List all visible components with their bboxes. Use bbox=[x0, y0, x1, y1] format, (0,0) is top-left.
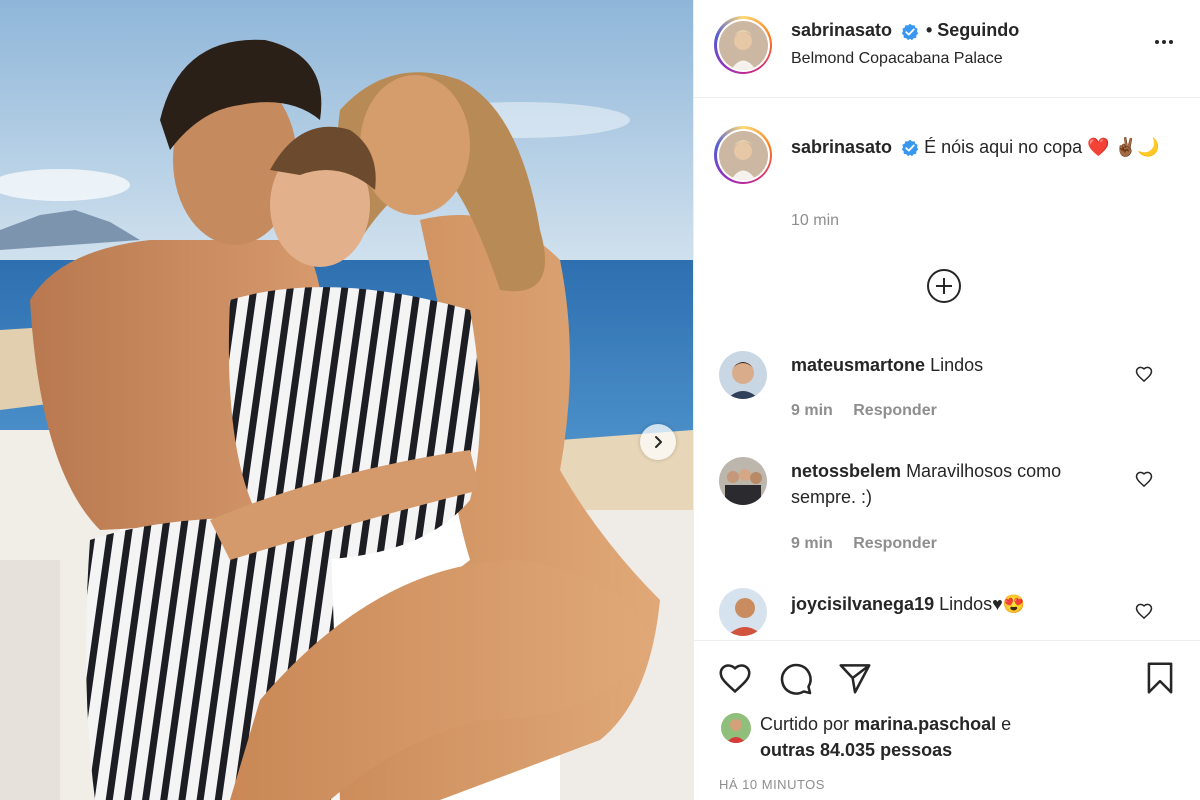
load-more-comments-button[interactable] bbox=[926, 268, 962, 304]
author-avatar[interactable] bbox=[714, 16, 772, 74]
follow-status[interactable]: • Seguindo bbox=[926, 20, 1019, 40]
like-heart-icon[interactable] bbox=[716, 659, 754, 697]
caption-emoji: ❤️ ✌🏾🌙 bbox=[1087, 137, 1160, 157]
commenter-avatar[interactable] bbox=[719, 588, 767, 636]
post-header: sabrinasato • Seguindo Belmond Copacaban… bbox=[694, 0, 1200, 98]
more-options-button[interactable] bbox=[1149, 32, 1179, 52]
like-comment-heart-icon[interactable] bbox=[1134, 601, 1154, 621]
comment-username[interactable]: mateusmartone bbox=[791, 355, 925, 375]
chevron-right-icon bbox=[655, 436, 662, 448]
post-photo bbox=[0, 0, 693, 800]
plus-circle-icon bbox=[927, 269, 961, 303]
commenter-avatar[interactable] bbox=[719, 457, 767, 505]
comment-text: Lindos♥😍 bbox=[939, 594, 1026, 614]
liker-avatar[interactable] bbox=[721, 713, 751, 743]
comment-time: 9 min bbox=[791, 535, 833, 552]
reply-button[interactable]: Responder bbox=[853, 535, 937, 552]
bookmark-save-icon[interactable] bbox=[1141, 659, 1179, 697]
commenter-avatar[interactable] bbox=[719, 351, 767, 399]
comment-username[interactable]: joycisilvanega19 bbox=[791, 594, 934, 614]
caption-text: É nóis aqui no copa bbox=[924, 137, 1083, 157]
likes-summary: Curtido por marina.paschoal e outras 84.… bbox=[760, 711, 1011, 763]
comment-text: Lindos bbox=[930, 355, 984, 375]
comment-username[interactable]: netossbelem bbox=[791, 461, 901, 481]
likes-suffix: e bbox=[1001, 714, 1012, 734]
instagram-post: sabrinasato • Seguindo Belmond Copacaban… bbox=[0, 0, 1200, 800]
post-timestamp: HÁ 10 MINUTOS bbox=[719, 777, 825, 792]
comment-bubble-icon[interactable] bbox=[776, 659, 814, 697]
caption-username[interactable]: sabrinasato bbox=[791, 137, 892, 157]
avatar-image bbox=[718, 130, 768, 180]
like-comment-heart-icon[interactable] bbox=[1134, 469, 1154, 489]
avatar-image bbox=[721, 713, 751, 743]
likes-prefix: Curtido por bbox=[760, 714, 850, 734]
avatar-image bbox=[719, 351, 767, 399]
dot bbox=[1169, 40, 1173, 44]
caption-time: 10 min bbox=[791, 212, 840, 229]
like-comment-heart-icon[interactable] bbox=[1134, 364, 1154, 384]
post-actions: Curtido por marina.paschoal e outras 84.… bbox=[694, 640, 1200, 800]
post-location[interactable]: Belmond Copacabana Palace bbox=[791, 50, 1003, 68]
likes-count[interactable]: outras 84.035 pessoas bbox=[760, 740, 952, 760]
comment-time: 9 min bbox=[791, 402, 833, 419]
share-send-icon[interactable] bbox=[836, 659, 874, 697]
verified-badge-icon bbox=[901, 140, 919, 157]
next-photo-button[interactable] bbox=[640, 424, 676, 460]
caption-author-avatar[interactable] bbox=[714, 126, 772, 184]
avatar-image bbox=[719, 457, 767, 505]
dot bbox=[1155, 40, 1159, 44]
author-username[interactable]: sabrinasato bbox=[791, 20, 892, 40]
reply-button[interactable]: Responder bbox=[853, 402, 937, 419]
verified-badge-icon bbox=[901, 23, 918, 40]
post-side-panel: sabrinasato • Seguindo Belmond Copacaban… bbox=[693, 0, 1200, 800]
avatar-image bbox=[719, 588, 767, 636]
avatar-image bbox=[718, 20, 768, 70]
photo-scene bbox=[0, 0, 693, 800]
dot bbox=[1162, 40, 1166, 44]
liker-username[interactable]: marina.paschoal bbox=[854, 714, 996, 734]
